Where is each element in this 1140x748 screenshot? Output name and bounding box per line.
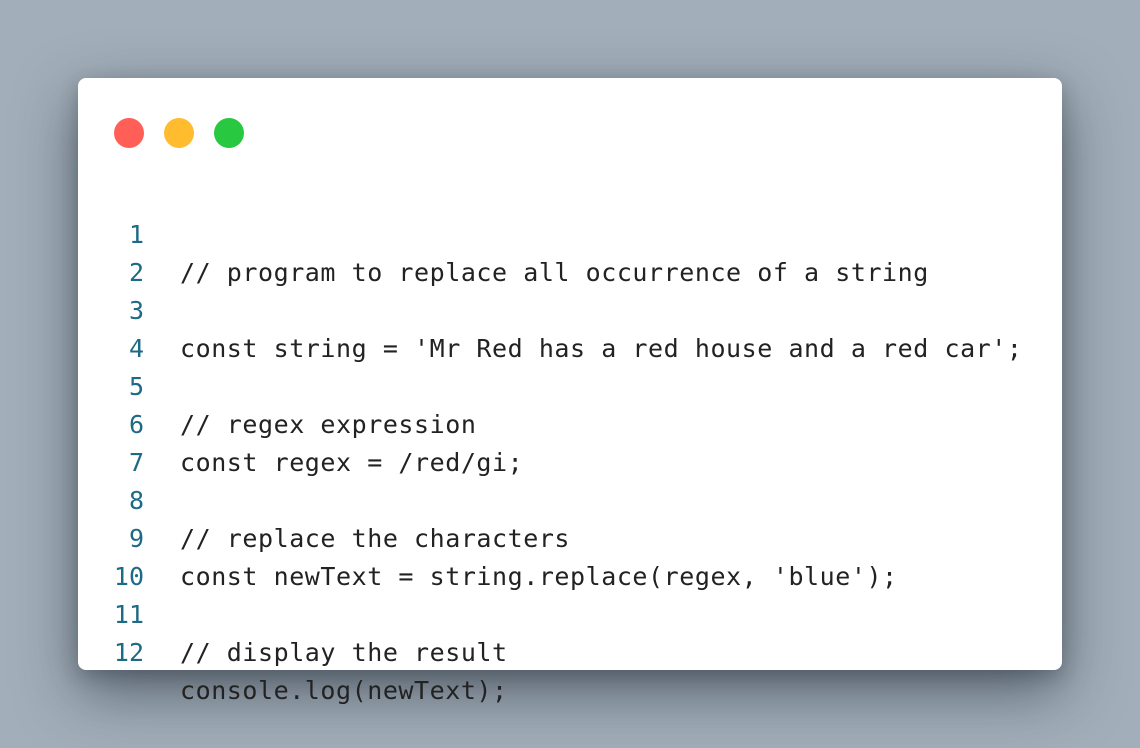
- code-line: 2: [78, 216, 1062, 287]
- line-number: 12: [113, 638, 144, 667]
- code-line: 7: [78, 406, 1062, 477]
- code-line: 10: [78, 520, 1062, 591]
- code-line: 9 const newText = string.replace(regex, …: [78, 482, 1062, 591]
- code-block: 1 // program to replace all occurrence o…: [78, 178, 1062, 705]
- code-line: 6 const regex = /red/gi;: [78, 368, 1062, 477]
- code-line: 12 console.log(newText);: [78, 596, 1062, 705]
- code-line: 1 // program to replace all occurrence o…: [78, 178, 1062, 287]
- code-text: console.log(newText);: [180, 676, 508, 705]
- code-line: 8 // replace the characters: [78, 444, 1062, 553]
- code-line: 3 const string = 'Mr Red has a red house…: [78, 254, 1062, 363]
- code-line: 5 // regex expression: [78, 330, 1062, 439]
- code-window: 1 // program to replace all occurrence o…: [78, 78, 1062, 705]
- code-line: 4: [78, 292, 1062, 363]
- code-line: 11 // display the result: [78, 558, 1062, 667]
- close-dot-icon[interactable]: [114, 118, 144, 148]
- code-text: // display the result: [180, 638, 508, 667]
- maximize-dot-icon[interactable]: [214, 118, 244, 148]
- minimize-dot-icon[interactable]: [164, 118, 194, 148]
